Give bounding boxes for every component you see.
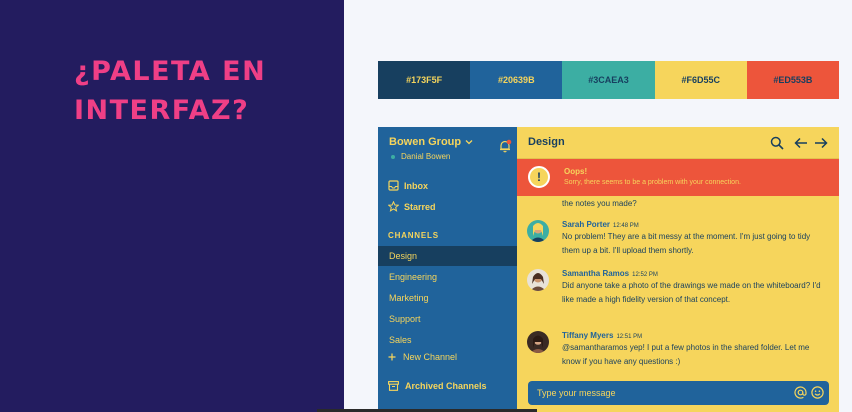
alert-title: Oops! bbox=[564, 167, 588, 176]
message-time: 12:52 PM bbox=[632, 272, 658, 278]
swatch-blue: #20639B bbox=[470, 61, 563, 99]
heading-line-1: ¿PALETA EN bbox=[74, 56, 267, 87]
channel-title: Design bbox=[528, 136, 565, 148]
plus-icon bbox=[388, 353, 396, 361]
group-name: Bowen Group bbox=[389, 136, 462, 148]
message-author[interactable]: Samantha Ramos bbox=[562, 269, 629, 278]
chat-header: Design bbox=[517, 127, 839, 159]
new-channel-label: New Channel bbox=[403, 352, 458, 362]
chat-main: Design ! Oops! Sorry, there seems to be … bbox=[517, 127, 839, 412]
online-status-dot bbox=[391, 154, 395, 159]
chat-app-mockup: Bowen Group Danial Bowen Inbox Starred C… bbox=[378, 127, 839, 412]
nav-starred-label: Starred bbox=[404, 201, 436, 212]
channel-marketing[interactable]: Marketing bbox=[378, 288, 517, 308]
mention-icon[interactable] bbox=[794, 386, 807, 399]
archived-channels-label: Archived Channels bbox=[405, 381, 487, 391]
swatch-teal: #3CAEA3 bbox=[562, 61, 655, 99]
message-text: @samantharamos yep! I put a few photos i… bbox=[562, 343, 810, 366]
heading-line-2: INTERFAZ? bbox=[74, 95, 250, 126]
swatch-yellow: #F6D55C bbox=[654, 61, 747, 99]
emoji-icon[interactable] bbox=[811, 386, 824, 399]
search-icon[interactable] bbox=[770, 136, 784, 150]
message-author[interactable]: Tiffany Myers bbox=[562, 331, 613, 340]
avatar bbox=[527, 220, 549, 242]
message-time: 12:48 PM bbox=[613, 223, 639, 229]
avatar bbox=[527, 269, 549, 291]
channel-design[interactable]: Design bbox=[378, 246, 517, 266]
message-text: Did anyone take a photo of the drawings … bbox=[562, 281, 821, 304]
channel-support[interactable]: Support bbox=[378, 309, 517, 329]
channels-section-title: CHANNELS bbox=[388, 231, 439, 240]
nav-inbox[interactable]: Inbox bbox=[388, 180, 428, 191]
connection-error-alert: ! Oops! Sorry, there seems to be a probl… bbox=[517, 159, 839, 196]
avatar bbox=[527, 331, 549, 353]
bell-icon[interactable] bbox=[498, 139, 512, 153]
archived-channels-link[interactable]: Archived Channels bbox=[388, 381, 487, 391]
channel-sales[interactable]: Sales bbox=[378, 330, 517, 350]
color-palette: #173F5F #20639B #3CAEA3 #F6D55C #ED553B bbox=[378, 61, 840, 99]
swatch-red: #ED553B bbox=[746, 61, 840, 99]
nav-starred[interactable]: Starred bbox=[388, 201, 436, 212]
new-channel-button[interactable]: New Channel bbox=[388, 352, 457, 362]
alert-text: Sorry, there seems to be a problem with … bbox=[564, 179, 741, 186]
swatch-dark-blue: #173F5F bbox=[378, 61, 471, 99]
channel-engineering[interactable]: Engineering bbox=[378, 267, 517, 287]
slide-heading: ¿PALETA EN INTERFAZ? bbox=[74, 52, 266, 130]
user-name: Danial Bowen bbox=[401, 152, 451, 161]
warning-icon: ! bbox=[528, 166, 550, 188]
group-switcher[interactable]: Bowen Group bbox=[389, 136, 473, 148]
inbox-icon bbox=[388, 180, 399, 191]
arrow-right-icon[interactable] bbox=[814, 136, 828, 150]
sidebar: Bowen Group Danial Bowen Inbox Starred C… bbox=[378, 127, 517, 412]
nav-inbox-label: Inbox bbox=[404, 180, 428, 191]
arrow-left-icon[interactable] bbox=[794, 136, 808, 150]
message-composer bbox=[528, 381, 829, 405]
message-text: No problem! They are a bit messy at the … bbox=[562, 232, 811, 255]
message-partial-text: the notes you made? bbox=[562, 199, 637, 208]
archive-icon bbox=[388, 381, 399, 391]
left-panel: ¿PALETA EN INTERFAZ? bbox=[0, 0, 344, 412]
chevron-down-icon bbox=[465, 140, 473, 145]
current-user: Danial Bowen bbox=[391, 152, 450, 161]
star-icon bbox=[388, 201, 399, 212]
message-author[interactable]: Sarah Porter bbox=[562, 220, 610, 229]
message-input[interactable] bbox=[537, 385, 787, 401]
message-time: 12:51 PM bbox=[616, 334, 643, 340]
